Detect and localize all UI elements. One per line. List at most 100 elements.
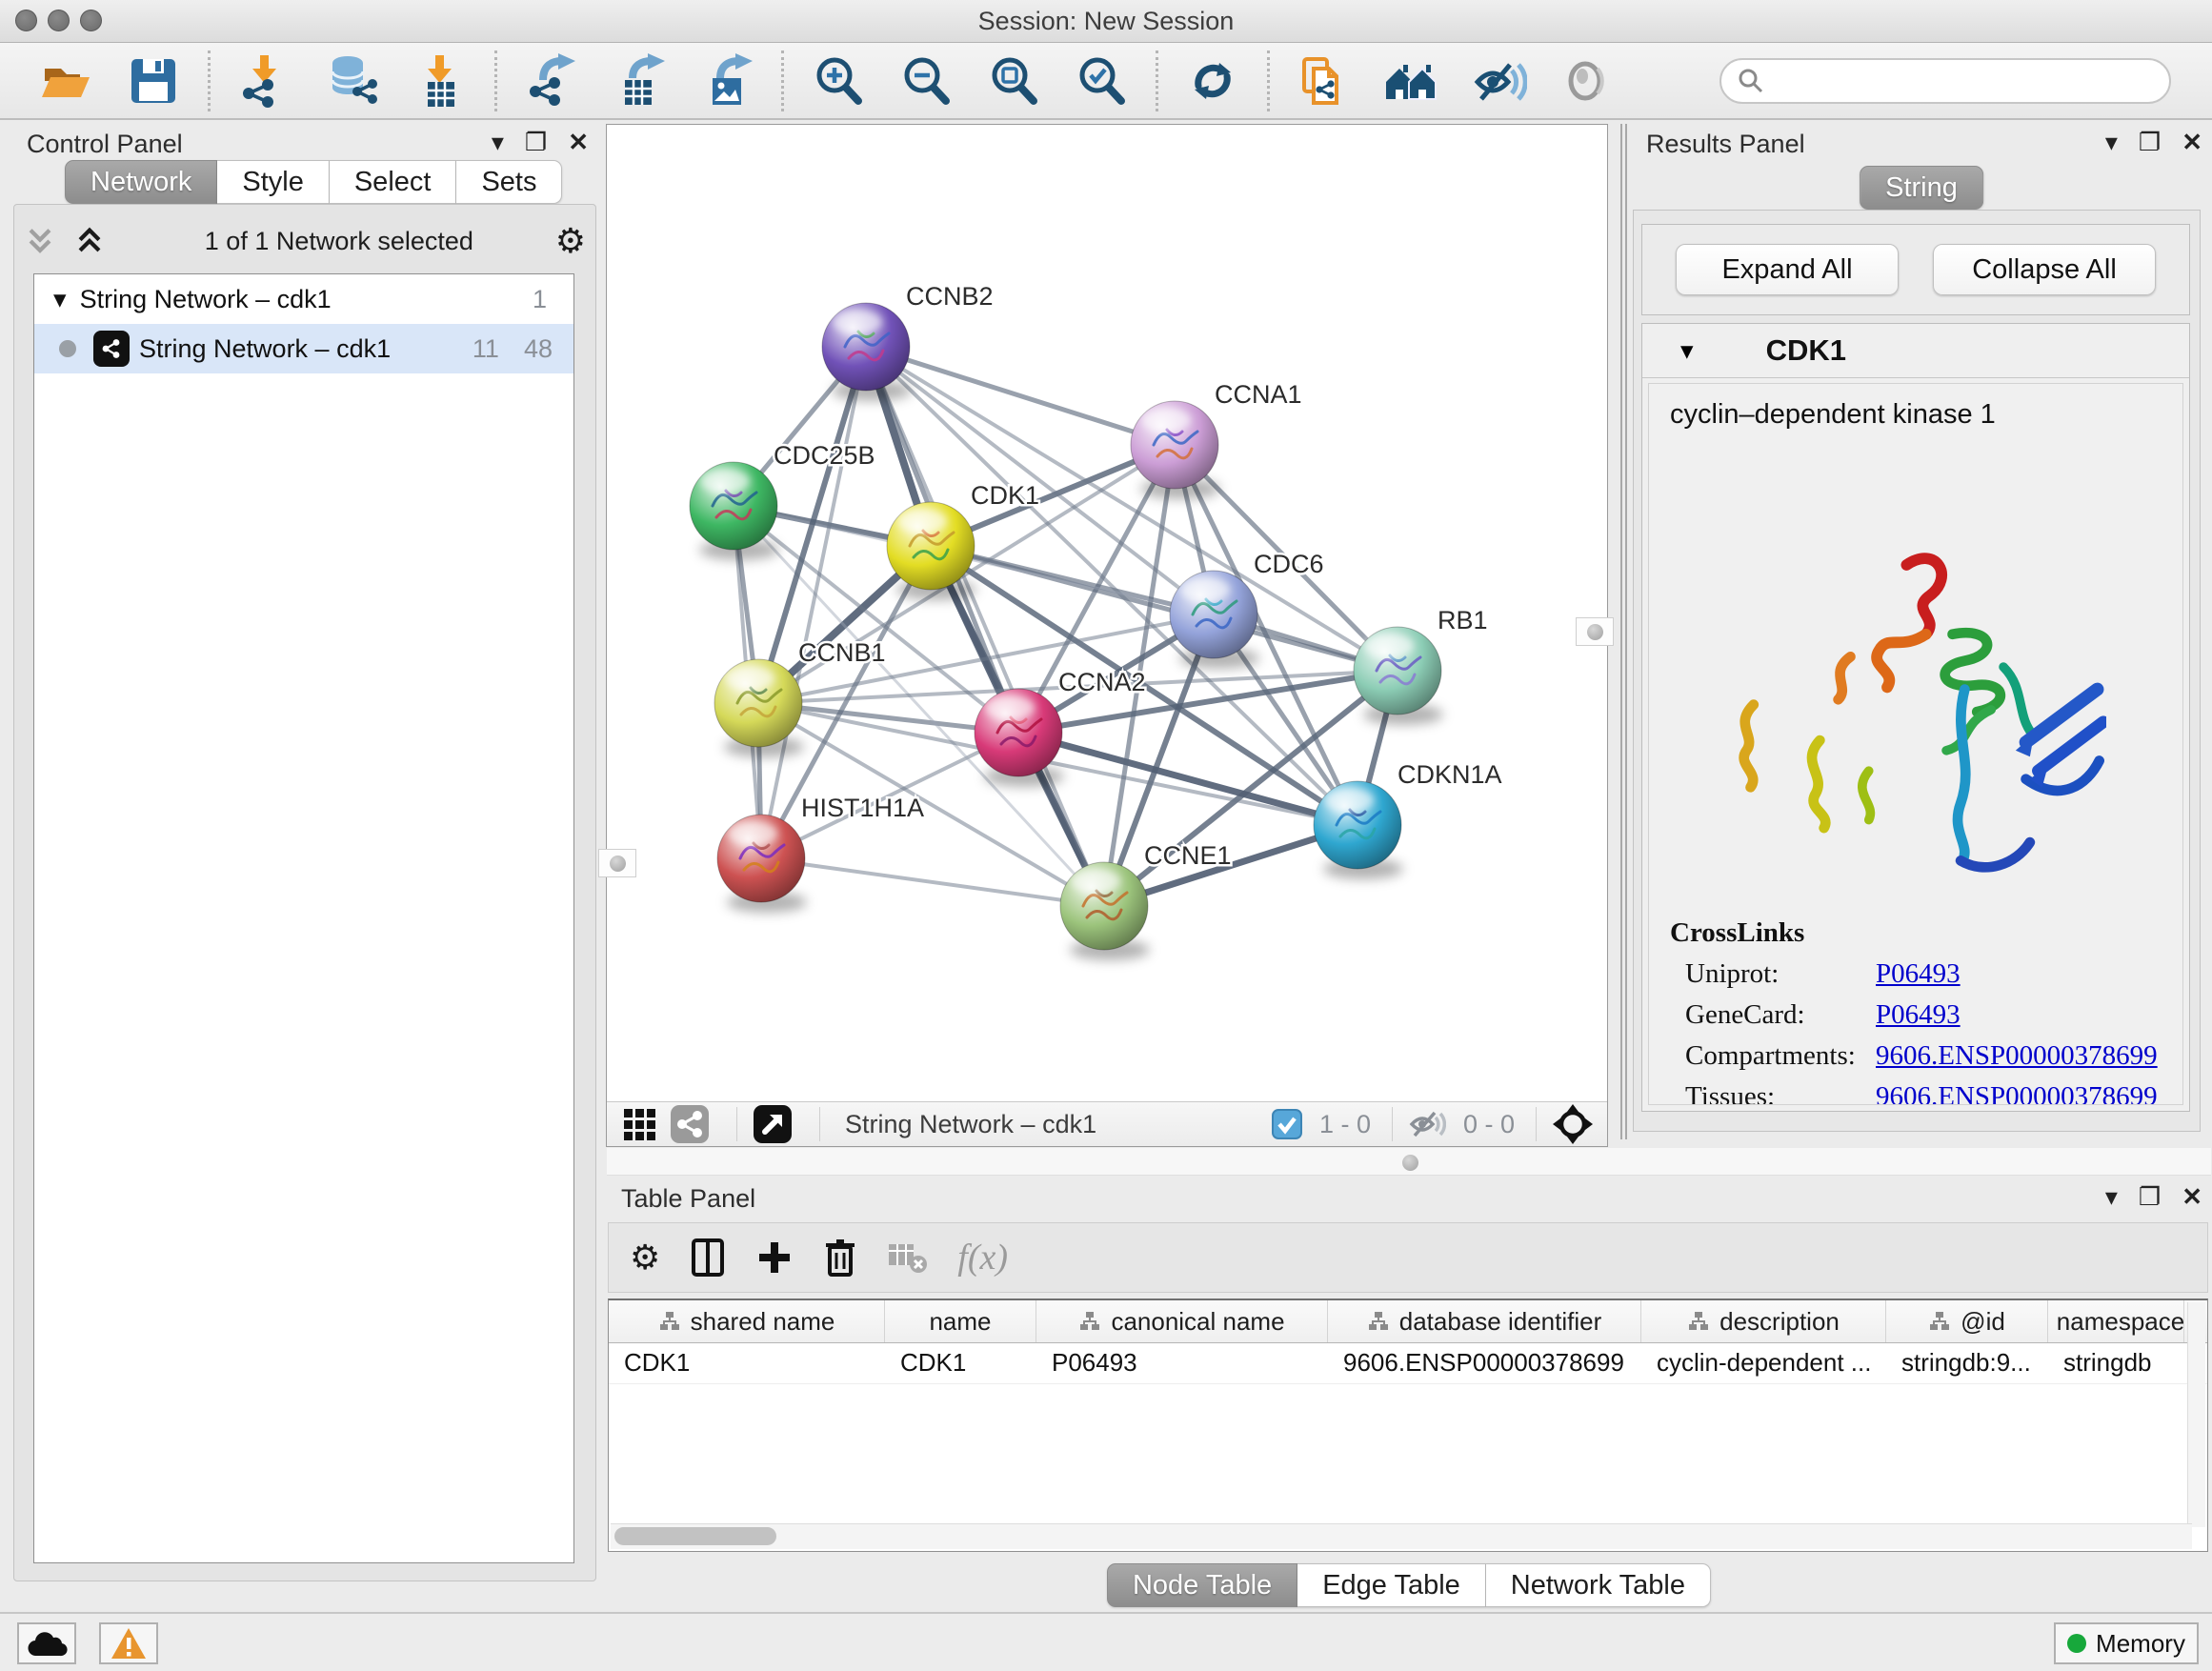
detach-view-icon[interactable]: [753, 1104, 793, 1144]
network-view-title: String Network – cdk1: [845, 1110, 1272, 1139]
panel-close-icon[interactable]: ✕: [2182, 128, 2202, 157]
table-cell[interactable]: stringdb:9...: [1886, 1343, 2048, 1383]
selected-checkbox-icon[interactable]: [1272, 1109, 1302, 1139]
node-CCNB2[interactable]: [822, 303, 912, 401]
save-session-icon[interactable]: [126, 53, 181, 109]
panel-menu-icon[interactable]: ▾: [492, 128, 504, 157]
memory-button[interactable]: Memory: [2054, 1622, 2199, 1664]
table-settings-icon[interactable]: ⚙: [630, 1238, 660, 1278]
show-eye-icon[interactable]: [1559, 53, 1615, 109]
panel-float-icon[interactable]: ❐: [2139, 128, 2161, 157]
toolbar-separator: [494, 50, 497, 111]
right-splitter-handle[interactable]: [1576, 617, 1614, 646]
node-CCNB1[interactable]: [714, 659, 804, 757]
splitter-dot[interactable]: [1402, 1155, 1418, 1171]
copy-share-icon[interactable]: [1297, 53, 1352, 109]
panel-close-icon[interactable]: ✕: [2182, 1182, 2202, 1212]
panel-float-icon[interactable]: ❐: [525, 128, 547, 157]
export-network-icon[interactable]: [524, 53, 579, 109]
table-cell[interactable]: stringdb: [2048, 1343, 2184, 1383]
search-input[interactable]: [1765, 65, 2169, 96]
table-cell[interactable]: P06493: [1036, 1343, 1328, 1383]
crosslink-link[interactable]: 9606.ENSP00000378699: [1876, 1040, 2158, 1072]
table-cell[interactable]: cyclin-dependent ...: [1641, 1343, 1886, 1383]
tab-style[interactable]: Style: [217, 160, 329, 204]
table-vertical-scrollbar[interactable]: [2187, 1302, 2205, 1527]
scrollbar-thumb[interactable]: [614, 1527, 776, 1545]
tab-select[interactable]: Select: [330, 160, 457, 204]
add-column-icon[interactable]: [755, 1237, 794, 1278]
edge-CCNB2-HIST1H1A[interactable]: [761, 347, 866, 858]
panel-close-icon[interactable]: ✕: [568, 128, 589, 157]
table-cell[interactable]: CDK1: [885, 1343, 1036, 1383]
open-session-icon[interactable]: [38, 53, 93, 109]
node-CDK1[interactable]: [887, 502, 976, 600]
table-cell[interactable]: 9606.ENSP00000378699: [1328, 1343, 1641, 1383]
node-RB1[interactable]: [1354, 627, 1443, 725]
column-header-canonical-name[interactable]: canonical name: [1036, 1300, 1328, 1342]
tab-edge-table[interactable]: Edge Table: [1297, 1563, 1486, 1607]
panel-menu-icon[interactable]: ▾: [2105, 128, 2118, 157]
cloud-button[interactable]: [17, 1622, 76, 1664]
birdseye-icon[interactable]: [1552, 1103, 1594, 1145]
zoom-selected-icon[interactable]: [1074, 53, 1129, 109]
gear-icon[interactable]: ⚙: [555, 221, 586, 261]
crosslink-link[interactable]: P06493: [1876, 958, 1961, 990]
expand-all-button[interactable]: Expand All: [1676, 244, 1899, 295]
column-header-shared-name[interactable]: shared name: [609, 1300, 885, 1342]
left-splitter-handle[interactable]: [598, 849, 636, 877]
node-CDKN1A[interactable]: [1314, 781, 1403, 879]
collapse-all-button[interactable]: Collapse All: [1933, 244, 2156, 295]
collection-expander-icon[interactable]: ▾: [53, 285, 67, 314]
tab-node-table[interactable]: Node Table: [1107, 1563, 1297, 1607]
column-header--id[interactable]: @id: [1886, 1300, 2048, 1342]
network-thumbnail-icon[interactable]: [670, 1104, 710, 1144]
export-table-icon[interactable]: [612, 53, 667, 109]
search-field[interactable]: [1719, 58, 2171, 104]
node-HIST1H1A[interactable]: [717, 815, 807, 913]
table-cell[interactable]: CDK1: [609, 1343, 885, 1383]
crosslink-link[interactable]: 9606.ENSP00000378699: [1876, 1081, 2158, 1105]
network-collection-row[interactable]: ▾ String Network – cdk1 1: [34, 274, 573, 324]
table-horizontal-scrollbar[interactable]: [611, 1523, 2192, 1549]
node-CDC25B[interactable]: [690, 462, 779, 560]
tab-sets[interactable]: Sets: [456, 160, 562, 204]
warning-button[interactable]: [99, 1622, 158, 1664]
node-table[interactable]: shared namenamecanonical namedatabase id…: [608, 1299, 2208, 1552]
section-expander-icon[interactable]: ▾: [1680, 336, 1694, 366]
edge-CCNA1-CCNB2[interactable]: [866, 347, 1175, 445]
panel-float-icon[interactable]: ❐: [2139, 1182, 2161, 1212]
show-columns-icon[interactable]: [689, 1237, 727, 1278]
column-header-database-identifier[interactable]: database identifier: [1328, 1300, 1641, 1342]
zoom-out-icon[interactable]: [898, 53, 954, 109]
tab-network[interactable]: Network: [65, 160, 217, 204]
column-header-description[interactable]: description: [1641, 1300, 1886, 1342]
edge-CCNE1-HIST1H1A[interactable]: [761, 858, 1104, 906]
crosslink-link[interactable]: P06493: [1876, 999, 1961, 1031]
node-CCNA1[interactable]: [1131, 401, 1220, 499]
delete-column-icon[interactable]: [822, 1237, 858, 1278]
tab-network-table[interactable]: Network Table: [1486, 1563, 1711, 1607]
export-image-icon[interactable]: [699, 53, 754, 109]
home-icon[interactable]: [1384, 53, 1439, 109]
panel-menu-icon[interactable]: ▾: [2105, 1182, 2118, 1212]
tab-string[interactable]: String: [1860, 166, 1983, 210]
expand-all-icon[interactable]: [73, 225, 106, 257]
grid-view-icon[interactable]: [620, 1105, 658, 1143]
hide-eye-icon[interactable]: [1472, 53, 1527, 109]
import-database-icon[interactable]: [325, 53, 380, 109]
import-network-icon[interactable]: [237, 53, 292, 109]
import-table-icon[interactable]: [412, 53, 468, 109]
node-CCNA2[interactable]: [975, 689, 1064, 787]
collapse-all-icon[interactable]: [24, 225, 56, 257]
network-row[interactable]: String Network – cdk1 11 48: [34, 324, 573, 373]
column-header-namespace[interactable]: namespace: [2048, 1300, 2184, 1342]
zoom-in-icon[interactable]: [811, 53, 866, 109]
network-canvas[interactable]: CCNB2CCNA1CDC25BCDK1CDC6RB1CCNB1CCNA2CDK…: [607, 125, 1607, 1101]
table-row[interactable]: CDK1CDK1P064939606.ENSP00000378699cyclin…: [609, 1343, 2207, 1384]
refresh-icon[interactable]: [1185, 53, 1240, 109]
node-CDC6[interactable]: [1170, 571, 1259, 669]
node-CCNE1[interactable]: [1060, 862, 1150, 960]
zoom-fit-icon[interactable]: [986, 53, 1041, 109]
column-header-name[interactable]: name: [885, 1300, 1036, 1342]
